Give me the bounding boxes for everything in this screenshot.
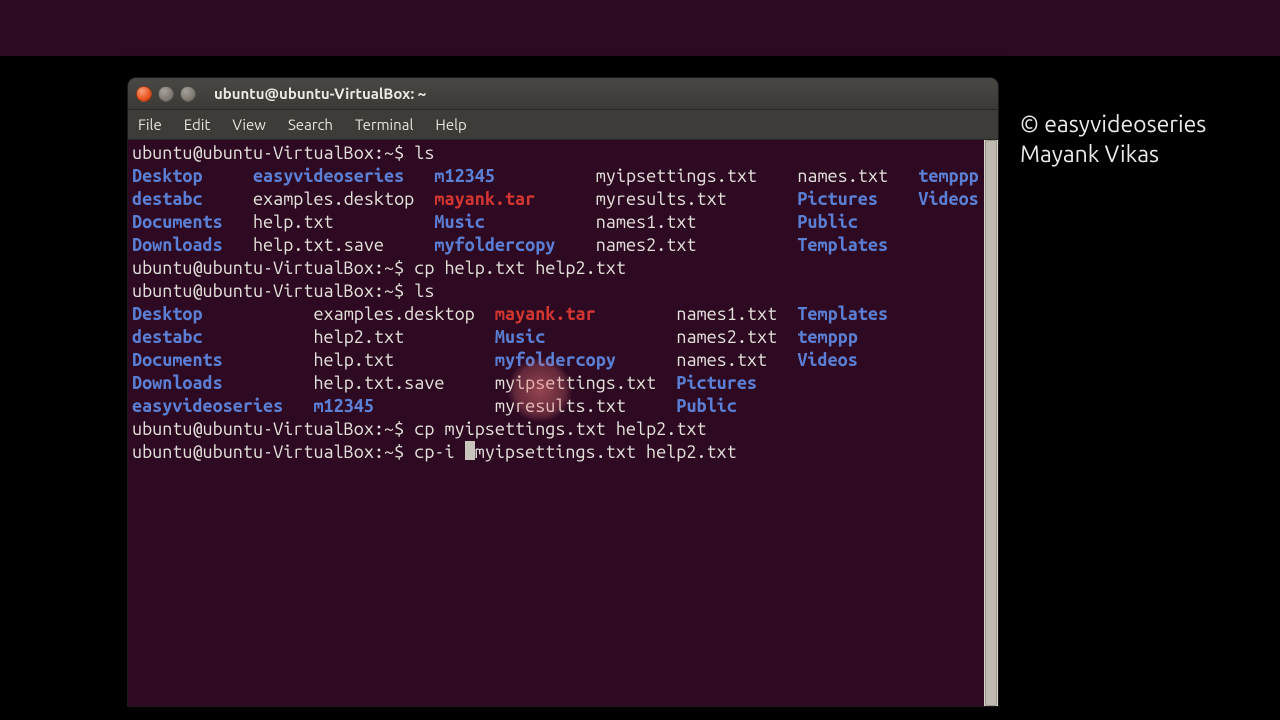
terminal-line: destabc help2.txt Music names2.txt tempp…	[132, 326, 980, 349]
scrollbar[interactable]	[984, 140, 998, 706]
menu-edit[interactable]: Edit	[184, 116, 211, 133]
menubar: File Edit View Search Terminal Help	[128, 110, 998, 140]
watermark-line2: Mayank Vikas	[1020, 140, 1280, 170]
watermark-line1: © easyvideoseries	[1020, 110, 1280, 140]
minimize-icon[interactable]	[158, 86, 174, 102]
menu-terminal[interactable]: Terminal	[355, 116, 413, 133]
terminal-line: ubuntu@ubuntu-VirtualBox:~$ ls	[132, 280, 980, 303]
terminal-line: ubuntu@ubuntu-VirtualBox:~$ ls	[132, 142, 980, 165]
menu-help[interactable]: Help	[435, 116, 466, 133]
menu-search[interactable]: Search	[288, 116, 333, 133]
titlebar[interactable]: ubuntu@ubuntu-VirtualBox: ~	[128, 78, 998, 110]
terminal-line: destabc examples.desktop mayank.tar myre…	[132, 188, 980, 211]
terminal-line: Downloads help.txt.save myfoldercopy nam…	[132, 234, 980, 257]
terminal-cursor	[465, 441, 475, 460]
terminal-line: Downloads help.txt.save myipsettings.txt…	[132, 372, 980, 395]
close-icon[interactable]	[136, 86, 152, 102]
terminal-line: ubuntu@ubuntu-VirtualBox:~$ cp help.txt …	[132, 257, 980, 280]
terminal-body[interactable]: ubuntu@ubuntu-VirtualBox:~$ lsDesktop ea…	[128, 140, 984, 706]
menu-view[interactable]: View	[232, 116, 266, 133]
terminal-line: Documents help.txt Music names1.txt Publ…	[132, 211, 980, 234]
terminal-window: ubuntu@ubuntu-VirtualBox: ~ File Edit Vi…	[128, 78, 998, 706]
video-top-strip	[0, 0, 1280, 56]
window-title: ubuntu@ubuntu-VirtualBox: ~	[214, 85, 426, 102]
terminal-line: easyvideoseries m12345 myresults.txt Pub…	[132, 395, 980, 418]
maximize-icon[interactable]	[180, 86, 196, 102]
terminal-line: ubuntu@ubuntu-VirtualBox:~$ cp-i myipset…	[132, 441, 980, 464]
terminal-line: Desktop examples.desktop mayank.tar name…	[132, 303, 980, 326]
watermark: © easyvideoseries Mayank Vikas	[1020, 110, 1280, 170]
terminal-line: Desktop easyvideoseries m12345 myipsetti…	[132, 165, 980, 188]
scrollbar-thumb[interactable]	[985, 140, 997, 706]
terminal-line: Documents help.txt myfoldercopy names.tx…	[132, 349, 980, 372]
terminal-line: ubuntu@ubuntu-VirtualBox:~$ cp myipsetti…	[132, 418, 980, 441]
menu-file[interactable]: File	[138, 116, 162, 133]
